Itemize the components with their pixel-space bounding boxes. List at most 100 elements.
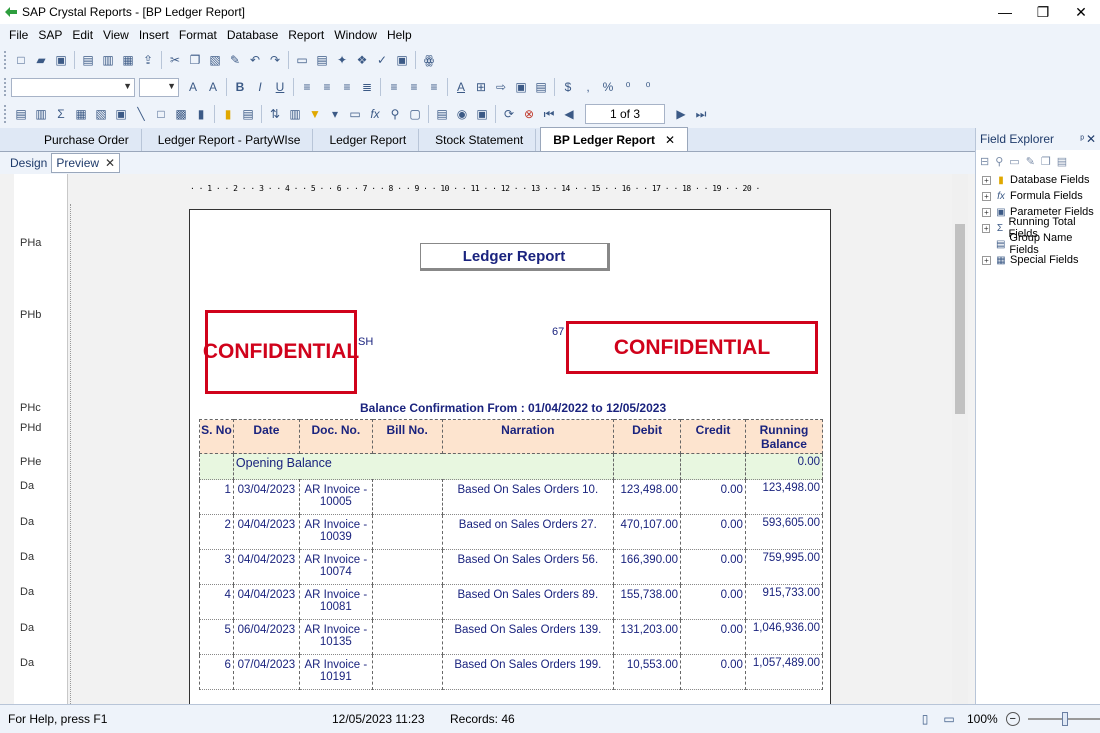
expand-icon[interactable]: +	[982, 223, 991, 233]
justify-icon[interactable]: ≣	[357, 77, 377, 97]
edit-field-icon[interactable]: ✎	[1026, 155, 1035, 168]
print-preview-icon[interactable]: ▥	[98, 50, 118, 70]
menu-view[interactable]: View	[98, 28, 134, 42]
restore-button[interactable]: ❐	[1024, 0, 1062, 24]
toggle-fields-icon[interactable]: ▢	[405, 104, 425, 124]
fit-width-icon[interactable]: ▭	[939, 709, 959, 729]
expert-icon[interactable]: ✦	[332, 50, 352, 70]
sigma-icon[interactable]: Σ	[51, 104, 71, 124]
save-icon[interactable]: ▣	[51, 50, 71, 70]
toolbar-grip[interactable]	[4, 51, 8, 69]
rename-icon[interactable]: ▤	[1057, 155, 1067, 168]
toolbar-grip[interactable]	[4, 105, 8, 123]
section-expert-icon[interactable]: ▥	[285, 104, 305, 124]
report-explorer-icon[interactable]: ▤	[312, 50, 332, 70]
underline-icon[interactable]: U	[270, 77, 290, 97]
open-folder-icon[interactable]: ▰	[31, 50, 51, 70]
first-page-icon[interactable]: ⏮	[539, 104, 559, 124]
upload-icon[interactable]: ⇪	[138, 50, 158, 70]
sql-icon[interactable]: ▭	[345, 104, 365, 124]
expand-icon[interactable]: +	[982, 191, 991, 201]
thousands-icon[interactable]: ,	[578, 77, 598, 97]
close-panel-icon[interactable]: ✕	[1086, 132, 1096, 146]
currency-icon[interactable]: $	[558, 77, 578, 97]
menu-database[interactable]: Database	[222, 28, 283, 42]
menu-sap[interactable]: SAP	[33, 28, 67, 42]
align-left-icon[interactable]: ≡	[297, 77, 317, 97]
database-expert-icon[interactable]: ▮	[218, 104, 238, 124]
box-icon[interactable]: □	[151, 104, 171, 124]
scrollbar-thumb[interactable]	[955, 224, 965, 414]
menu-edit[interactable]: Edit	[67, 28, 98, 42]
olap-icon[interactable]: ▧	[91, 104, 111, 124]
suppress-icon[interactable]: ▣	[511, 77, 531, 97]
insert-to-report-icon[interactable]: ⊟	[980, 155, 989, 168]
report-options-icon[interactable]: ▣	[472, 104, 492, 124]
tab-purchase-order[interactable]: Purchase Order	[32, 129, 142, 151]
align-middle-icon[interactable]: ≡	[404, 77, 424, 97]
font-size-combo[interactable]: ▼	[139, 77, 179, 97]
insert-group-icon[interactable]: ▤	[11, 104, 31, 124]
decrease-font-icon[interactable]: A	[203, 77, 223, 97]
align-bottom-icon[interactable]: ≡	[424, 77, 444, 97]
group-expert-icon[interactable]: ▤	[238, 104, 258, 124]
redo-icon[interactable]: ↷	[265, 50, 285, 70]
percent-icon[interactable]: %	[598, 77, 618, 97]
tab-stock-statement[interactable]: Stock Statement	[423, 129, 537, 151]
menu-insert[interactable]: Insert	[134, 28, 174, 42]
hyperlink-icon[interactable]: ⇨	[491, 77, 511, 97]
menu-file[interactable]: File	[4, 28, 33, 42]
cut-icon[interactable]: ✂	[165, 50, 185, 70]
borders-icon[interactable]: ⊞	[471, 77, 491, 97]
menu-format[interactable]: Format	[174, 28, 222, 42]
export-icon[interactable]: ▦	[118, 50, 138, 70]
object-explorer-icon[interactable]: ◉	[452, 104, 472, 124]
decrease-decimal-icon[interactable]: ⁰	[638, 77, 658, 97]
tab-ledger-report[interactable]: Ledger Report	[317, 129, 420, 151]
browse-icon[interactable]: ⚲	[995, 155, 1003, 168]
new-icon[interactable]: □	[11, 50, 31, 70]
toolbar-grip[interactable]	[4, 78, 8, 96]
align-center-icon[interactable]: ≡	[317, 77, 337, 97]
italic-icon[interactable]: I	[250, 77, 270, 97]
stop-icon[interactable]: ⊗	[519, 104, 539, 124]
line-icon[interactable]: ╲	[131, 104, 151, 124]
field-explorer-icon[interactable]: ▭	[292, 50, 312, 70]
format-painter-icon[interactable]: ✎	[225, 50, 245, 70]
tab-bp-ledger-report[interactable]: BP Ledger Report ✕	[540, 127, 689, 151]
font-name-combo[interactable]: ▼	[11, 77, 135, 97]
page-layout-icon[interactable]: ▯	[915, 709, 935, 729]
binoculars-icon[interactable]: ꙮ	[419, 50, 439, 70]
cross-tab-icon[interactable]: ▦	[71, 104, 91, 124]
zoom-slider[interactable]	[1027, 712, 1100, 726]
tab-ledger-report-partywise[interactable]: Ledger Report - PartyWIse	[146, 129, 314, 151]
last-page-icon[interactable]: ⏭	[691, 104, 711, 124]
previous-page-icon[interactable]: ◀	[559, 104, 579, 124]
refresh-icon[interactable]: ⟳	[499, 104, 519, 124]
menu-report[interactable]: Report	[283, 28, 329, 42]
paste-icon[interactable]: ▧	[205, 50, 225, 70]
chart-icon[interactable]: ▮	[191, 104, 211, 124]
increase-decimal-icon[interactable]: ⁰	[618, 77, 638, 97]
duplicate-icon[interactable]: ❐	[1041, 155, 1051, 168]
align-right-icon[interactable]: ≡	[337, 77, 357, 97]
record-icon[interactable]: ▣	[392, 50, 412, 70]
tree-item-database-fields[interactable]: + ▮ Database Fields	[976, 172, 1100, 188]
sort-icon[interactable]: ⇅	[265, 104, 285, 124]
picture-icon[interactable]: ▩	[171, 104, 191, 124]
copy-icon[interactable]: ❐	[185, 50, 205, 70]
tree-item-formula-fields[interactable]: + fx Formula Fields	[976, 188, 1100, 204]
lock-format-icon[interactable]: ▤	[531, 77, 551, 97]
template-icon[interactable]: ▤	[432, 104, 452, 124]
align-top-icon[interactable]: ≡	[384, 77, 404, 97]
page-number-box[interactable]: 1 of 3	[585, 104, 665, 124]
new-field-icon[interactable]: ▭	[1009, 155, 1019, 168]
formula-workshop-icon[interactable]: fx	[365, 104, 385, 124]
select-expert-icon[interactable]: ▼	[305, 104, 325, 124]
close-preview-icon[interactable]: ✕	[105, 156, 115, 170]
undo-icon[interactable]: ↶	[245, 50, 265, 70]
increase-font-icon[interactable]: A	[183, 77, 203, 97]
close-tab-icon[interactable]: ✕	[665, 133, 675, 147]
pin-icon[interactable]: ᵖ	[1080, 134, 1084, 145]
next-page-icon[interactable]: ▶	[671, 104, 691, 124]
